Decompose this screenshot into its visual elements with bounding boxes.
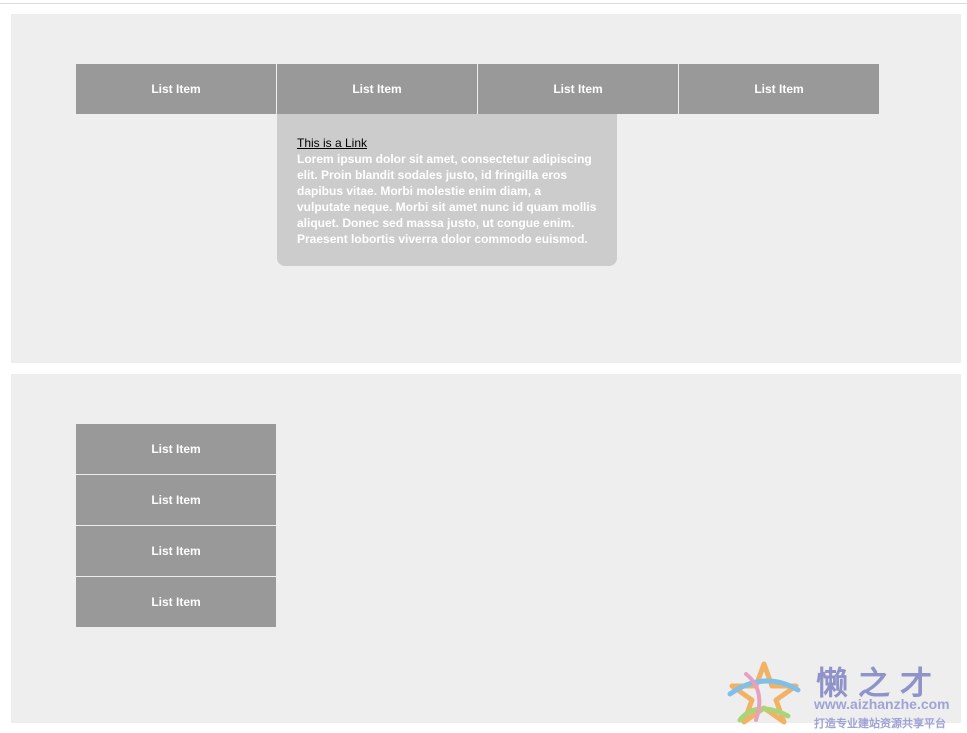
vertical-menu-item-4[interactable]: List Item bbox=[76, 576, 276, 627]
top-divider bbox=[0, 3, 967, 4]
horizontal-menu: List Item List Item List Item List Item bbox=[76, 64, 879, 114]
watermark-url: www.aizhanzhe.com bbox=[814, 696, 950, 712]
dropdown-body-text: Lorem ipsum dolor sit amet, consectetur … bbox=[297, 152, 597, 246]
site-watermark: 懒之才 www.aizhanzhe.com 打造专业建站资源共享平台 bbox=[726, 658, 962, 730]
watermark-slogan: 打造专业建站资源共享平台 bbox=[814, 718, 946, 730]
horizontal-menu-item-1[interactable]: List Item bbox=[76, 64, 276, 114]
horizontal-menu-item-4[interactable]: List Item bbox=[678, 64, 879, 114]
star-swirl-logo-icon bbox=[727, 661, 801, 725]
horizontal-menu-item-3[interactable]: List Item bbox=[477, 64, 678, 114]
vertical-menu-item-1[interactable]: List Item bbox=[76, 424, 276, 474]
horizontal-menu-demo-panel: List Item List Item List Item List Item … bbox=[11, 14, 961, 363]
vertical-menu: List Item List Item List Item List Item bbox=[76, 424, 276, 627]
dropdown-panel: This is a Link Lorem ipsum dolor sit ame… bbox=[277, 114, 617, 266]
vertical-menu-item-3[interactable]: List Item bbox=[76, 525, 276, 576]
vertical-menu-item-2[interactable]: List Item bbox=[76, 474, 276, 525]
horizontal-menu-item-2[interactable]: List Item bbox=[276, 64, 477, 114]
dropdown-link[interactable]: This is a Link bbox=[297, 135, 367, 151]
